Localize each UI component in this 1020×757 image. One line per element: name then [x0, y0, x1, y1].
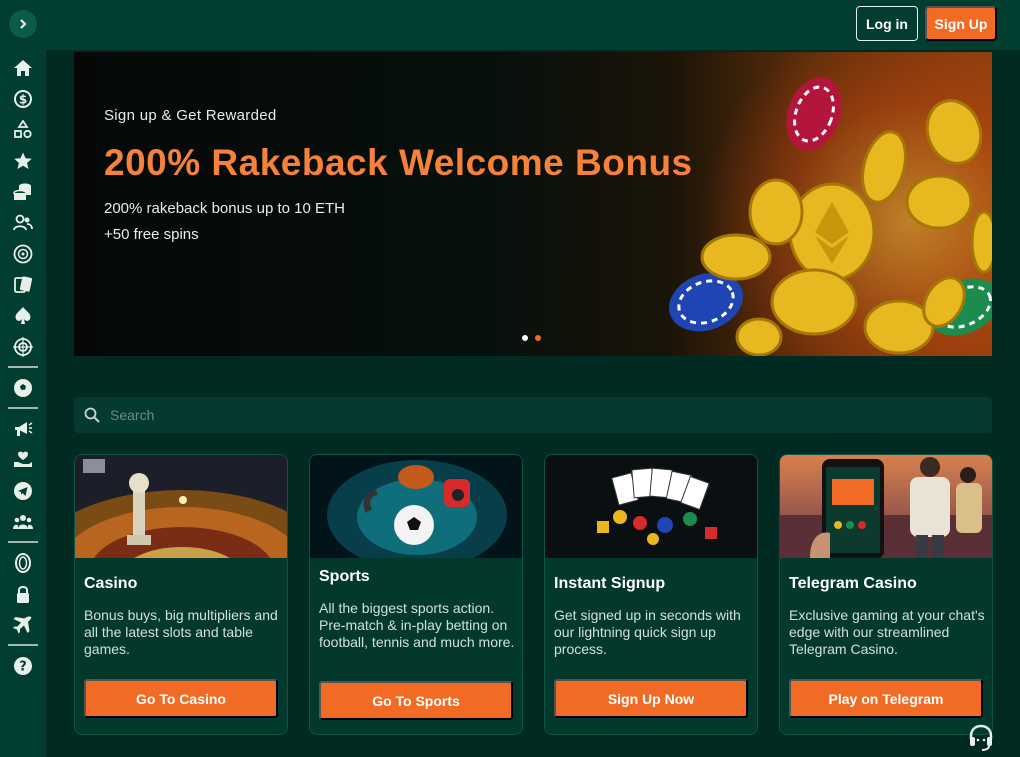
sidebar-toggle-button[interactable] [9, 10, 37, 38]
sidebar-item-community[interactable] [8, 506, 39, 537]
star-icon [14, 152, 32, 169]
sports-card-description: All the biggest sports action. Pre-match… [319, 600, 515, 650]
sidebar-item-users[interactable] [8, 207, 39, 238]
sidebar: $ ? [0, 0, 46, 757]
users-icon [13, 214, 33, 230]
sidebar-item-favorites[interactable] [8, 145, 39, 176]
lock-icon [17, 585, 29, 603]
cards-icon [14, 275, 33, 293]
sidebar-divider [8, 366, 38, 368]
sidebar-item-security[interactable] [8, 578, 39, 609]
casino-card-image [75, 455, 287, 558]
sidebar-item-cards[interactable] [8, 269, 39, 300]
telegram-casino-card-title: Telegram Casino [789, 575, 917, 592]
sidebar-item-promotions[interactable] [8, 413, 39, 444]
soccer-ball-icon [14, 378, 32, 397]
play-on-telegram-button[interactable]: Play on Telegram [789, 679, 983, 718]
sidebar-item-shapes[interactable] [8, 114, 39, 145]
banner-coins-illustration [669, 77, 992, 356]
heart-hand-icon [14, 451, 32, 467]
sidebar-item-responsible[interactable] [8, 444, 39, 475]
sidebar-item-poker[interactable] [8, 300, 39, 331]
go-to-sports-button[interactable]: Go To Sports [319, 681, 513, 720]
roulette-icon [13, 244, 33, 263]
casino-card: Casino Bonus buys, big multipliers and a… [74, 454, 288, 735]
instant-signup-card-title: Instant Signup [554, 575, 666, 592]
instant-signup-card: Instant Signup Get signed up in seconds … [544, 454, 758, 735]
sidebar-item-telegram[interactable] [8, 475, 39, 506]
sidebar-item-coins[interactable] [8, 176, 39, 207]
sidebar-divider [8, 644, 38, 646]
go-to-casino-button[interactable]: Go To Casino [84, 679, 278, 718]
telegram-casino-card-image [780, 455, 992, 558]
group-icon [13, 514, 33, 529]
sports-card-image [310, 455, 522, 558]
sidebar-item-travel[interactable] [8, 609, 39, 640]
carousel-dot-2[interactable] [535, 335, 541, 341]
svg-text:?: ? [19, 659, 27, 674]
sports-card-title: Sports [319, 568, 370, 585]
sidebar-item-dollar[interactable]: $ [8, 83, 39, 114]
banner-subtitle-line-1: 200% rakeback bonus up to 10 ETH [104, 200, 345, 217]
svg-text:$: $ [19, 92, 27, 106]
spade-icon [15, 306, 31, 324]
instant-signup-card-description: Get signed up in seconds with our lightn… [554, 607, 741, 657]
sidebar-item-help[interactable]: ? [8, 650, 39, 681]
help-icon: ? [14, 656, 32, 675]
target-icon [13, 336, 33, 357]
coins-stack-icon [13, 183, 31, 200]
sidebar-item-home[interactable] [8, 52, 39, 83]
sidebar-divider [8, 407, 38, 409]
coin-icon [15, 552, 31, 573]
casino-card-description: Bonus buys, big multipliers and all the … [84, 607, 278, 657]
login-button[interactable]: Log in [856, 6, 918, 41]
carousel-dot-1[interactable] [522, 335, 528, 341]
instant-signup-card-image [545, 455, 757, 558]
home-icon [14, 59, 32, 76]
megaphone-icon [15, 421, 33, 436]
headset-icon [969, 724, 993, 751]
banner-kicker: Sign up & Get Rewarded [104, 107, 277, 124]
telegram-casino-card: Telegram Casino Exclusive gaming at your… [779, 454, 993, 735]
signup-button[interactable]: Sign Up [925, 6, 997, 41]
sports-card: Sports All the biggest sports action. Pr… [309, 454, 523, 735]
support-chat-button[interactable] [966, 722, 996, 752]
plane-icon [13, 616, 32, 633]
banner-subtitle-line-2: +50 free spins [104, 226, 199, 243]
telegram-icon [14, 481, 32, 500]
shapes-icon [14, 119, 32, 138]
sidebar-item-token[interactable] [8, 547, 39, 578]
sidebar-item-target[interactable] [8, 331, 39, 362]
search-input[interactable] [110, 407, 970, 423]
chevron-right-icon [20, 19, 27, 29]
banner-title: 200% Rakeback Welcome Bonus [104, 142, 693, 183]
dollar-icon: $ [14, 89, 32, 108]
search-icon [84, 407, 100, 423]
search-bar [74, 397, 992, 433]
carousel-dots [522, 335, 541, 341]
telegram-casino-card-description: Exclusive gaming at your chat's edge wit… [789, 607, 985, 657]
sidebar-divider [8, 541, 38, 543]
casino-card-title: Casino [84, 575, 138, 592]
sidebar-item-sports[interactable] [8, 372, 39, 403]
sidebar-item-roulette[interactable] [8, 238, 39, 269]
promo-banner[interactable]: Sign up & Get Rewarded 200% Rakeback Wel… [74, 52, 992, 356]
top-bar: Log in Sign Up [46, 0, 1020, 50]
sign-up-now-button[interactable]: Sign Up Now [554, 679, 748, 718]
